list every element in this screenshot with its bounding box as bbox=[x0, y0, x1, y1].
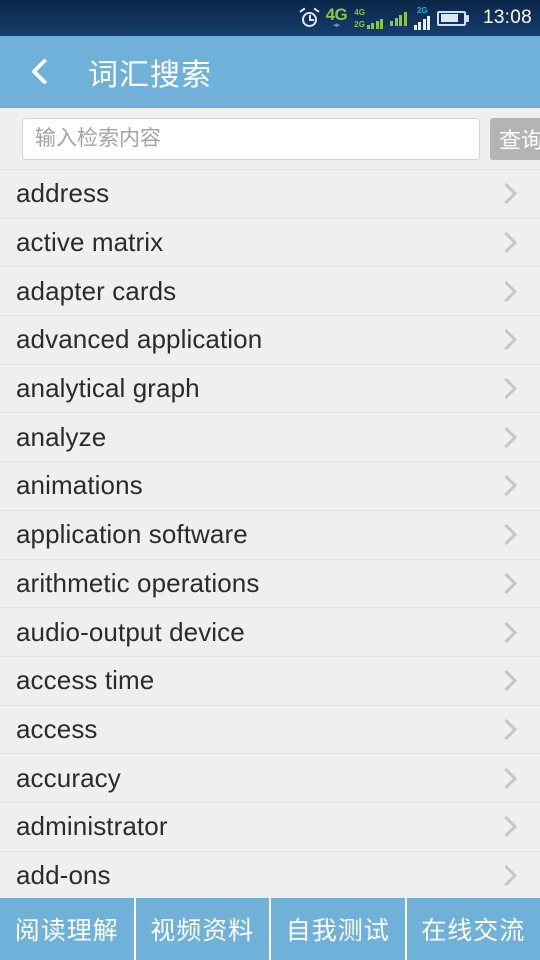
alarm-clock-icon bbox=[298, 7, 320, 28]
list-item-label: active matrix bbox=[16, 227, 164, 258]
app-header: 词汇搜索 bbox=[0, 36, 540, 108]
chevron-right-icon bbox=[495, 475, 518, 497]
chevron-right-icon bbox=[495, 183, 518, 205]
sim1-bars-upper-icon bbox=[366, 18, 384, 29]
list-item[interactable]: access bbox=[0, 705, 540, 755]
chevron-left-icon bbox=[30, 58, 58, 85]
sim2-signal-icon: 2G bbox=[413, 5, 431, 30]
sim1-signal-icon: 4G 2G bbox=[354, 7, 384, 29]
list-item-label: advanced application bbox=[16, 324, 263, 355]
tab-3[interactable]: 自我测试 bbox=[271, 898, 407, 960]
list-item[interactable]: analyze bbox=[0, 413, 540, 463]
status-bar-clock: 13:08 bbox=[482, 7, 532, 28]
tab-1[interactable]: 阅读理解 bbox=[0, 898, 136, 960]
search-input[interactable] bbox=[22, 117, 480, 160]
list-item[interactable]: address bbox=[0, 170, 540, 219]
chevron-right-icon bbox=[495, 377, 518, 400]
list-item[interactable]: application software bbox=[0, 510, 540, 560]
list-item[interactable]: access time bbox=[0, 656, 540, 706]
list-item-label: accuracy bbox=[16, 762, 121, 793]
network-type-4g-icon: 4G ◂▸ bbox=[326, 6, 348, 29]
list-item[interactable]: accuracy bbox=[0, 754, 540, 803]
list-item[interactable]: analytical graph bbox=[0, 364, 540, 414]
list-item[interactable]: administrator bbox=[0, 802, 540, 852]
search-bar: 查询 bbox=[0, 108, 540, 170]
chevron-right-icon bbox=[495, 816, 518, 838]
sim2-bars-icon bbox=[413, 15, 431, 30]
chevron-right-icon bbox=[495, 280, 518, 302]
list-item-label: analytical graph bbox=[16, 373, 200, 404]
status-bar-icons: 4G ◂▸ 4G 2G 2G 13:08 bbox=[298, 5, 532, 30]
chevron-right-icon bbox=[495, 670, 518, 692]
chevron-right-icon bbox=[495, 718, 518, 741]
page-title: 词汇搜索 bbox=[88, 58, 212, 92]
sim2-label: 2G bbox=[416, 5, 428, 15]
list-item-label: audio-output device bbox=[16, 616, 245, 647]
list-item-label: access time bbox=[16, 665, 155, 696]
list-item[interactable]: arithmetic operations bbox=[0, 559, 540, 609]
chevron-right-icon bbox=[495, 621, 518, 643]
sim1-bottom-label: 2G bbox=[354, 20, 365, 29]
tab-2[interactable]: 视频资料 bbox=[135, 898, 271, 960]
list-item[interactable]: active matrix bbox=[0, 218, 540, 268]
vocabulary-list[interactable]: address active matrix adapter cards advance… bbox=[0, 170, 540, 898]
list-item-label: application software bbox=[16, 519, 248, 550]
chevron-right-icon bbox=[495, 864, 518, 887]
bottom-tab-bar: 阅读理解 视频资料 自我测试 在线交流 bbox=[0, 898, 540, 960]
search-submit-button[interactable]: 查询 bbox=[490, 117, 540, 160]
status-bar: 4G ◂▸ 4G 2G 2G 13:08 bbox=[0, 0, 540, 36]
list-item-label: analyze bbox=[16, 421, 107, 452]
chevron-right-icon bbox=[495, 767, 518, 789]
list-item-label: administrator bbox=[16, 811, 168, 842]
list-item-label: add-ons bbox=[16, 859, 111, 890]
chevron-right-icon bbox=[495, 572, 518, 594]
list-item[interactable]: audio-output device bbox=[0, 608, 540, 657]
back-button[interactable] bbox=[0, 36, 88, 108]
tab-4[interactable]: 在线交流 bbox=[406, 898, 540, 960]
sim1-bars-lower-icon bbox=[390, 11, 407, 26]
list-item[interactable]: add-ons bbox=[0, 851, 540, 898]
chevron-right-icon bbox=[495, 426, 518, 448]
list-item-label: access bbox=[16, 713, 98, 744]
list-item-label: address bbox=[16, 178, 110, 209]
sim1-top-label: 4G bbox=[354, 8, 365, 17]
list-item[interactable]: adapter cards bbox=[0, 267, 540, 317]
chevron-right-icon bbox=[495, 231, 518, 254]
list-item-label: adapter cards bbox=[16, 275, 177, 306]
battery-icon bbox=[437, 10, 469, 26]
list-item-label: arithmetic operations bbox=[16, 567, 260, 598]
chevron-right-icon bbox=[495, 524, 518, 546]
list-item[interactable]: animations bbox=[0, 462, 540, 511]
list-item-label: animations bbox=[16, 470, 143, 501]
list-item[interactable]: advanced application bbox=[0, 316, 540, 365]
chevron-right-icon bbox=[495, 329, 518, 351]
app-screen: 4G ◂▸ 4G 2G 2G 13:08 词汇搜索 输入检索内容 查询 addr… bbox=[0, 0, 540, 960]
